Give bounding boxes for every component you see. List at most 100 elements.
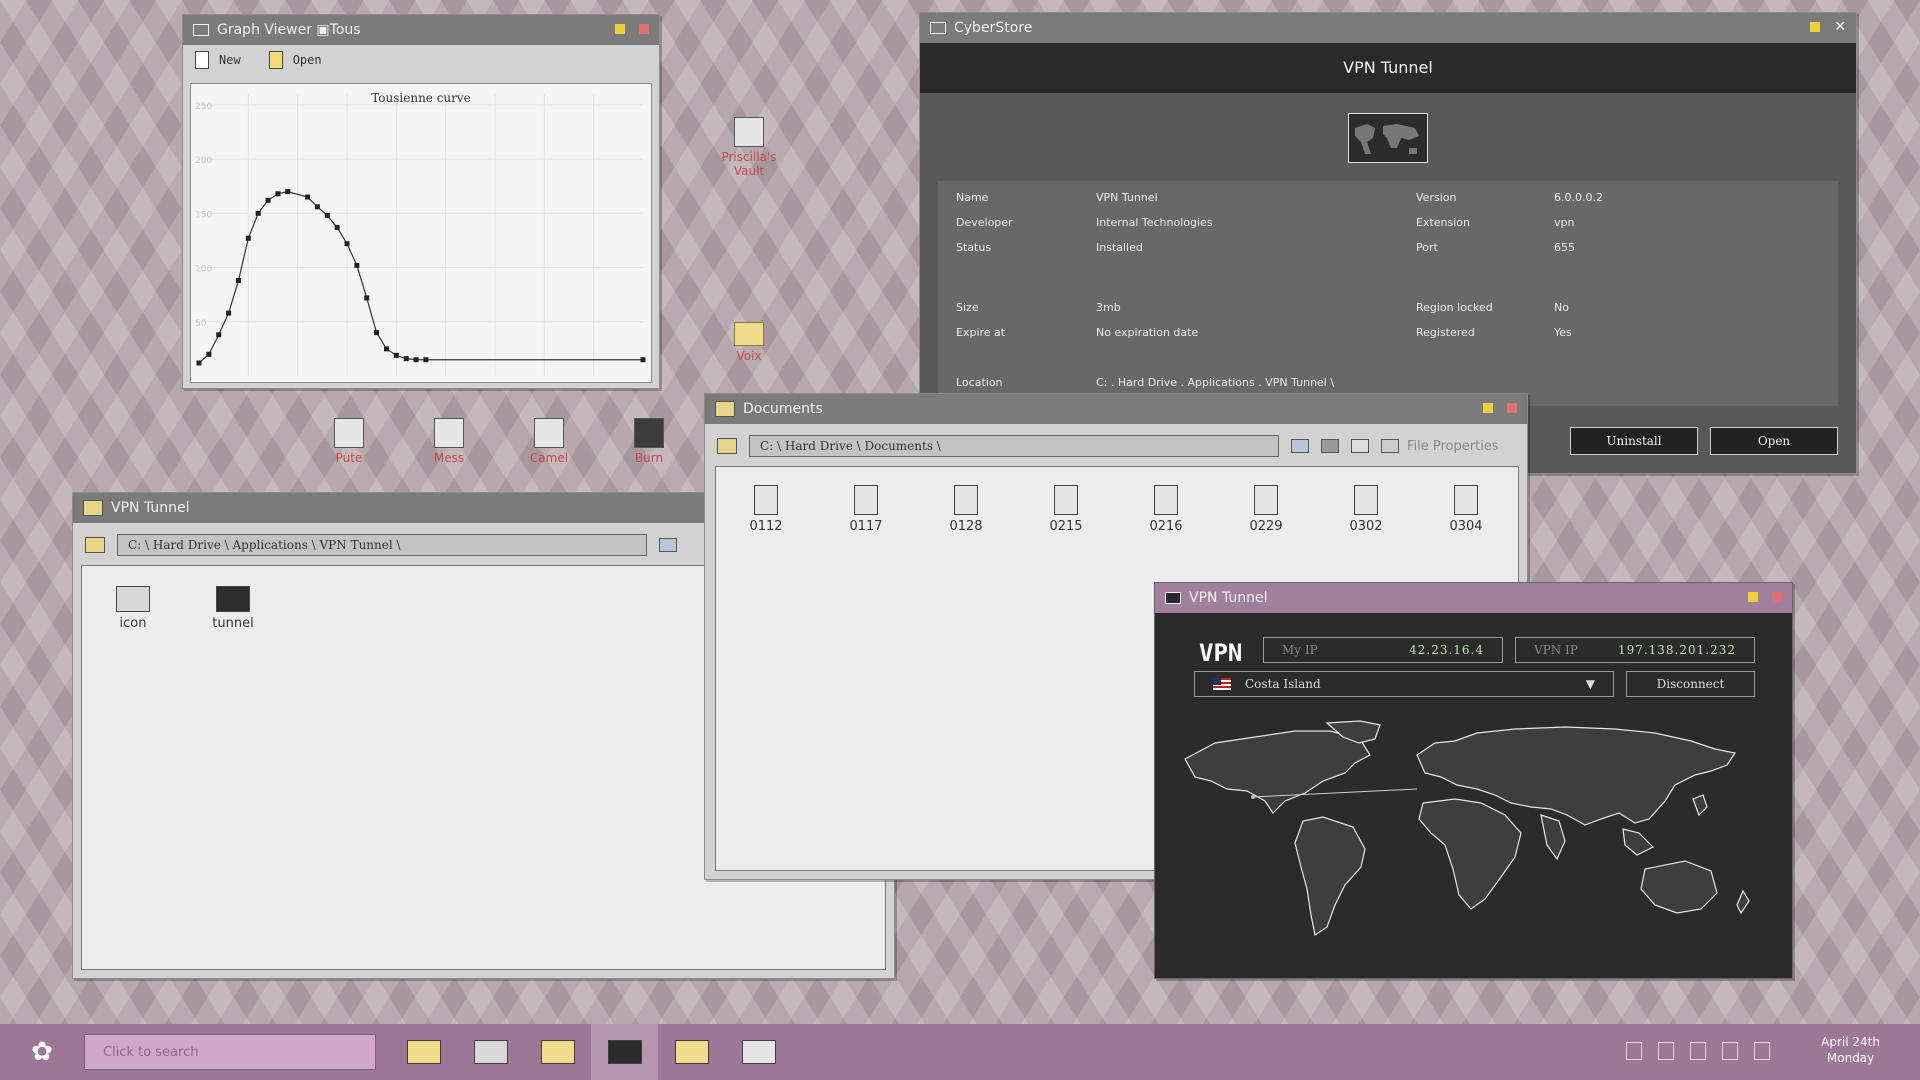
file-item[interactable]: 0215 (1031, 485, 1101, 534)
detail-view-icon[interactable] (1351, 439, 1369, 453)
chart-title: Tousienne curve (371, 91, 471, 105)
graph-viewer-window[interactable]: Graph Viewer ▣Tous New Open 50 100 150 200 2… (182, 14, 660, 389)
my-ip-value: 42.23.16.4 (1409, 643, 1484, 657)
y-tick-label: 200 (195, 156, 212, 166)
data-point (314, 204, 320, 210)
file-item[interactable]: icon (98, 586, 168, 631)
close-button[interactable] (1507, 403, 1517, 413)
status-label: Status (956, 241, 992, 254)
folder-up-icon[interactable] (717, 438, 737, 454)
taskbar-app-vpn-folder[interactable] (658, 1024, 725, 1080)
desktop-icon-mess[interactable]: Mess (414, 418, 484, 465)
file-item[interactable]: 0302 (1331, 485, 1401, 534)
path-field[interactable]: C: \ Hard Drive \ Documents \ (749, 435, 1279, 457)
open-button[interactable]: Open (268, 51, 322, 69)
file-item[interactable]: 0216 (1131, 485, 1201, 534)
terminal-icon (634, 418, 664, 448)
file-item[interactable]: 0112 (731, 485, 801, 534)
minimize-button[interactable] (1483, 403, 1493, 413)
file-item[interactable]: 0304 (1431, 485, 1501, 534)
taskbar-app-documents[interactable] (390, 1024, 457, 1080)
desktop-icon-camel[interactable]: Camel (514, 418, 584, 465)
open-app-button[interactable]: Open (1710, 427, 1838, 455)
signal-icon[interactable] (1690, 1042, 1706, 1060)
new-label: New (219, 53, 241, 67)
uninstall-button[interactable]: Uninstall (1570, 427, 1698, 455)
path-field[interactable]: C: \ Hard Drive \ Applications \ VPN Tun… (117, 534, 647, 556)
data-point (403, 356, 409, 362)
vpn-app-window[interactable]: VPN Tunnel VPN My IP 42.23.16.4 VPN IP 1… (1154, 582, 1793, 979)
my-ip-label: My IP (1282, 643, 1318, 657)
data-point (640, 357, 646, 363)
desktop-icon-burn[interactable]: Burn (614, 418, 684, 465)
window-title: VPN Tunnel (111, 500, 190, 516)
vpn-map-icon (607, 1040, 642, 1064)
icon-view-icon[interactable] (659, 538, 677, 552)
data-point (206, 351, 212, 357)
desktop-icon-label: Mess (433, 451, 465, 465)
vpn-app-icon (1165, 592, 1181, 604)
date-label: April 24th (1821, 1035, 1880, 1049)
taskbar-app-cyberstore[interactable] (457, 1024, 524, 1080)
data-point (413, 357, 419, 363)
y-tick-label: 50 (195, 319, 207, 329)
country-select[interactable]: Costa Island ▼ (1194, 671, 1614, 697)
new-button[interactable]: New (195, 51, 241, 69)
start-menu-icon[interactable]: ✿ (0, 1024, 84, 1080)
minimize-button[interactable] (1748, 592, 1758, 602)
taskbar-app-graph[interactable] (725, 1024, 792, 1080)
close-icon[interactable]: ✕ (1834, 20, 1846, 34)
file-properties-button[interactable]: File Properties (1381, 439, 1499, 454)
document-icon (1454, 485, 1478, 515)
graph-viewer-titlebar[interactable]: Graph Viewer ▣Tous (183, 15, 659, 45)
folder-up-icon[interactable] (85, 537, 105, 553)
open-label: Open (292, 53, 322, 67)
data-point (235, 278, 241, 284)
taskbar-app-vpn[interactable] (591, 1024, 658, 1080)
cyberstore-titlebar[interactable]: CyberStore ✕ (920, 13, 1856, 43)
document-icon (1354, 485, 1378, 515)
folder-icon (540, 1040, 575, 1064)
laptop-icon (473, 1040, 508, 1064)
disconnect-button[interactable]: Disconnect (1626, 671, 1755, 697)
desktop-icon-priscillas-vault[interactable]: Priscilla's Vault (714, 117, 784, 178)
data-point (275, 191, 281, 197)
list-view-icon[interactable] (1321, 439, 1339, 453)
display-icon[interactable] (1754, 1042, 1770, 1060)
file-item[interactable]: 0117 (831, 485, 901, 534)
desktop-icon-pute[interactable]: Pute (314, 418, 384, 465)
document-icon (1254, 485, 1278, 515)
documents-titlebar[interactable]: Documents (705, 394, 1527, 424)
vpn-app-titlebar[interactable]: VPN Tunnel (1155, 583, 1792, 613)
world-map (1184, 720, 1750, 936)
data-point (216, 332, 222, 338)
clock[interactable]: April 24th Monday (1821, 1034, 1880, 1066)
minimize-button[interactable] (1810, 22, 1821, 32)
data-point (423, 357, 429, 363)
folder-icon (734, 322, 764, 346)
folder-icon (406, 1040, 441, 1064)
clipboard-icon[interactable] (1722, 1042, 1738, 1060)
data-point (226, 310, 232, 316)
chart-area: 50 100 150 200 250 Tousienne curve (190, 83, 652, 383)
my-ip-field: My IP 42.23.16.4 (1263, 637, 1503, 663)
close-button[interactable] (1772, 592, 1782, 602)
address-bar: C: \ Hard Drive \ Documents \ File Prope… (705, 424, 1527, 468)
file-label: 0229 (1249, 519, 1283, 534)
icon-view-icon[interactable] (1291, 439, 1309, 453)
file-item[interactable]: tunnel (198, 586, 268, 631)
file-properties-label: File Properties (1407, 438, 1499, 454)
battery-icon[interactable] (1658, 1042, 1674, 1060)
app-thumbnail-map-icon (1348, 113, 1428, 163)
close-button[interactable] (639, 24, 649, 34)
minimize-button[interactable] (615, 24, 625, 34)
document-icon (1054, 485, 1078, 515)
file-item[interactable]: 0229 (1231, 485, 1301, 534)
network-icon[interactable] (1626, 1042, 1642, 1060)
version-label: Version (1416, 191, 1457, 204)
taskbar-app-folder[interactable] (524, 1024, 591, 1080)
search-input[interactable]: Click to search (84, 1034, 376, 1070)
file-item[interactable]: 0128 (931, 485, 1001, 534)
desktop-icon-voix[interactable]: Voix (714, 316, 784, 363)
y-tick-label: 150 (195, 210, 212, 220)
